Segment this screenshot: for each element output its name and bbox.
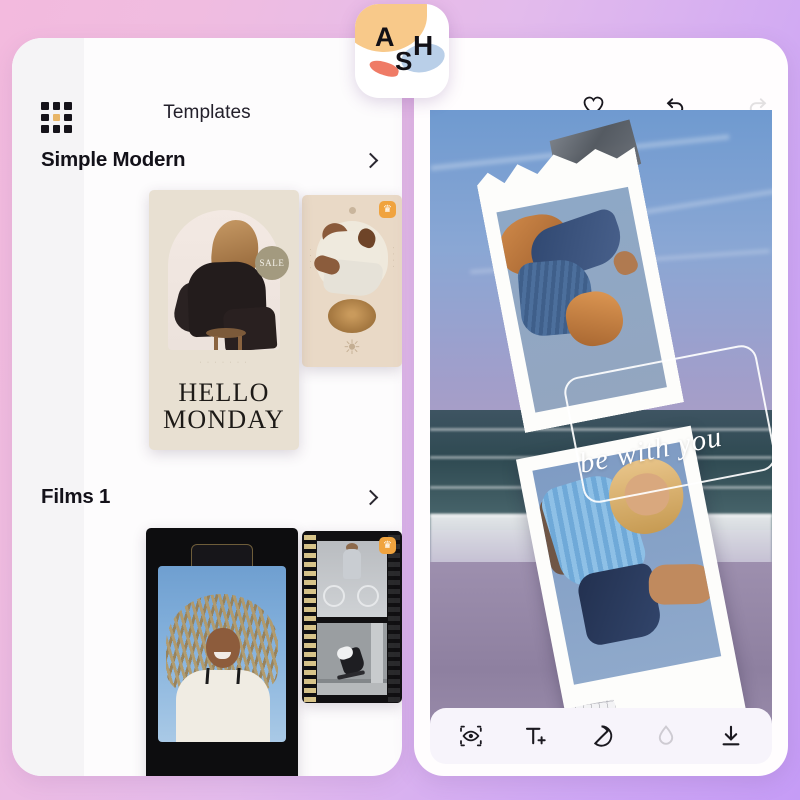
ash-app-logo[interactable]: A S H	[355, 4, 449, 98]
headline-line-1: HELLO	[178, 378, 270, 407]
photo-shape	[323, 585, 345, 607]
grid-dot	[64, 125, 72, 133]
grid-dot	[41, 125, 49, 133]
premium-crown-icon: ♛	[379, 537, 396, 554]
film-sprockets	[388, 531, 400, 703]
download-icon[interactable]	[714, 719, 748, 753]
template-headline: HELLO MONDAY	[149, 378, 299, 434]
logo-letter-h: H	[413, 30, 434, 61]
photo-shape	[214, 336, 218, 350]
headline-line-2: MONDAY	[163, 404, 285, 434]
photo-shape	[357, 585, 379, 607]
editor-panel: be with you	[414, 38, 788, 776]
hello-monday-template[interactable]: SALE · · · · · · · HELLO MONDAY	[149, 190, 299, 450]
grid-dot	[52, 125, 61, 133]
grid-menu-icon[interactable]	[41, 102, 72, 133]
template-side-text: · · · ·	[390, 247, 395, 269]
template-microtext: · · · · · · ·	[199, 360, 249, 366]
editor-toolbar	[430, 708, 772, 764]
chevron-right-icon[interactable]	[362, 489, 379, 505]
logo-letter-s: S	[395, 46, 413, 76]
film-strip-template[interactable]: ♛	[302, 531, 402, 703]
templates-panel: Templates Simple Modern ♛ · · · · · · · …	[12, 38, 402, 776]
template-photo	[158, 566, 286, 742]
section-header-films-1[interactable]: Films 1	[12, 485, 402, 509]
straw-hat-graphic	[328, 299, 376, 333]
section-header-simple-modern[interactable]: Simple Modern	[12, 148, 402, 172]
logo-letter-a: A	[375, 22, 395, 52]
editor-header	[414, 38, 788, 115]
eye-frame-icon[interactable]	[454, 719, 488, 753]
grid-dot	[64, 102, 72, 110]
grid-dot	[52, 102, 61, 110]
film-sprockets	[304, 531, 316, 703]
photo-shape	[317, 683, 387, 695]
grid-dot-active	[52, 113, 61, 122]
template-photo	[168, 210, 280, 350]
text-plus-icon[interactable]	[519, 719, 553, 753]
sale-badge: SALE	[255, 246, 289, 280]
sticker-peel-icon[interactable]	[584, 719, 618, 753]
film-frame	[317, 623, 387, 695]
photo-shape	[648, 563, 716, 605]
section-title: Simple Modern	[41, 148, 186, 171]
linen-beige-template[interactable]: ♛ · · · · · · · · ☀	[302, 195, 402, 367]
section-title: Films 1	[41, 485, 111, 508]
grid-dot	[41, 113, 49, 122]
photo-shape	[206, 628, 240, 668]
photo-shape	[238, 336, 242, 350]
editor-canvas[interactable]: be with you	[430, 110, 772, 742]
decor-dot	[348, 207, 356, 214]
black-polaroid-template[interactable]	[146, 528, 298, 776]
chevron-right-icon[interactable]	[362, 152, 379, 168]
template-side-text: · · · ·	[309, 247, 314, 269]
photo-shape	[343, 549, 361, 579]
grid-dot	[41, 102, 49, 110]
photo-shape	[205, 668, 241, 684]
grid-dot	[64, 113, 72, 122]
film-frame	[317, 541, 387, 617]
premium-crown-icon: ♛	[379, 201, 396, 218]
water-drop-icon	[649, 719, 683, 753]
sun-burst-icon: ☀	[343, 337, 361, 359]
